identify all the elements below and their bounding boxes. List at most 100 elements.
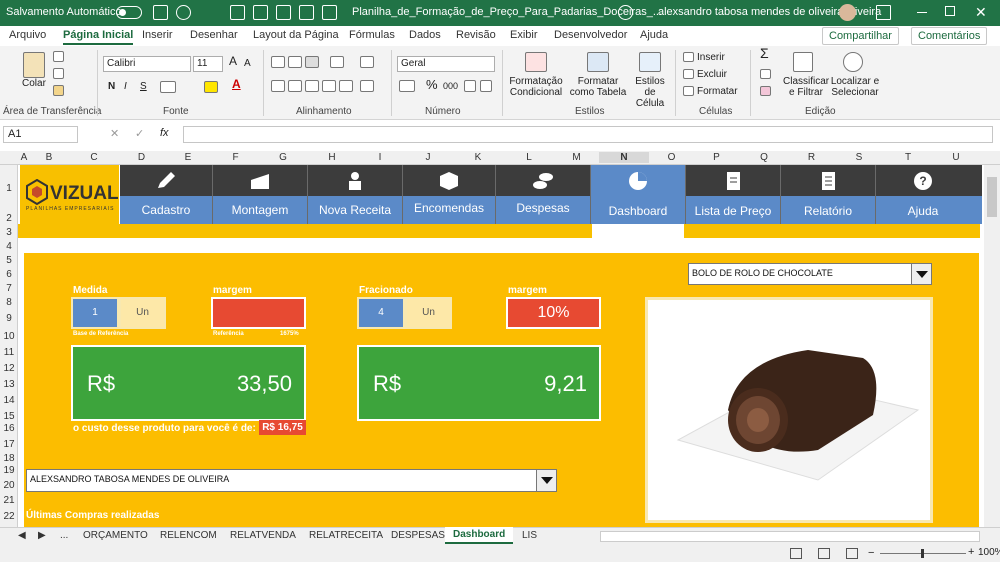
align-middle-icon[interactable] <box>288 56 302 68</box>
minimize-icon[interactable] <box>917 12 927 13</box>
row-header[interactable]: 13 <box>0 379 18 390</box>
zoom-thumb[interactable] <box>921 549 924 558</box>
orientation-icon[interactable] <box>330 56 344 68</box>
nav-ajuda[interactable]: ? Ajuda <box>876 165 970 224</box>
sheet-tab-lis[interactable]: LIS <box>522 530 537 541</box>
column-header[interactable]: Q <box>739 152 789 163</box>
delete-cells-label[interactable]: Excluir <box>697 69 727 80</box>
tab-inserir[interactable]: Inserir <box>142 29 173 41</box>
delete-cells-icon[interactable] <box>683 69 694 79</box>
undo-icon[interactable] <box>176 5 191 20</box>
shrink-font-icon[interactable]: A <box>244 58 251 69</box>
number-format-select[interactable]: Geral <box>397 56 495 72</box>
row-header[interactable]: 18 <box>0 453 18 464</box>
tab-revisao[interactable]: Revisão <box>456 29 496 41</box>
font-name-select[interactable]: Calibri <box>103 56 191 72</box>
sheet-tab-relatvenda[interactable]: RELATVENDA <box>230 530 296 541</box>
customize-icon[interactable] <box>322 5 337 20</box>
column-header[interactable]: S <box>834 152 884 163</box>
column-header[interactable]: P <box>694 152 739 163</box>
decrease-indent-icon[interactable] <box>322 80 336 92</box>
column-header[interactable]: E <box>163 152 213 163</box>
sheet-tab-despesas[interactable]: DESPESAS <box>391 530 445 541</box>
decrease-decimal-icon[interactable] <box>480 80 492 92</box>
sort-filter-icon[interactable] <box>793 52 813 72</box>
column-header[interactable]: M <box>554 152 599 163</box>
row-header[interactable]: 10 <box>0 331 18 342</box>
tab-dados[interactable]: Dados <box>409 29 441 41</box>
paste-label[interactable]: Colar <box>22 78 46 89</box>
tab-scroll-right-icon[interactable]: ▶ <box>38 530 46 541</box>
row-header[interactable]: 20 <box>0 480 18 491</box>
row-header[interactable]: 11 <box>0 347 18 358</box>
zoom-out-icon[interactable]: − <box>868 547 874 559</box>
scroll-thumb[interactable] <box>987 177 997 217</box>
insert-cells-label[interactable]: Inserir <box>697 52 725 63</box>
tab-ajuda[interactable]: Ajuda <box>640 29 668 41</box>
zoom-in-icon[interactable]: + <box>968 546 974 558</box>
fill-icon[interactable] <box>760 69 771 79</box>
sheet-tab-relatreceita[interactable]: RELATRECEITA <box>309 530 383 541</box>
nav-encomendas[interactable]: Encomendas <box>403 165 495 224</box>
font-size-select[interactable]: 11 <box>193 56 223 72</box>
row-header[interactable]: 12 <box>0 363 18 374</box>
maximize-icon[interactable] <box>945 6 955 16</box>
insert-cells-icon[interactable] <box>683 52 694 62</box>
save-icon[interactable] <box>153 5 168 20</box>
find-select-icon[interactable] <box>843 52 863 72</box>
fracionado-value[interactable]: 4 <box>357 297 405 329</box>
column-header[interactable]: I <box>356 152 404 163</box>
format-cells-icon[interactable] <box>683 86 694 96</box>
row-header[interactable]: 17 <box>0 439 18 450</box>
row-header[interactable]: 3 <box>0 227 18 238</box>
clear-icon[interactable] <box>760 86 771 96</box>
nav-nova-receita[interactable]: Nova Receita <box>308 165 402 224</box>
page-layout-icon[interactable] <box>818 548 830 559</box>
align-center-icon[interactable] <box>288 80 302 92</box>
sheet-tab-orcamento[interactable]: ORÇAMENTO <box>83 530 148 541</box>
enter-icon[interactable]: ✓ <box>135 127 144 140</box>
sheet-tab-more[interactable]: ... <box>60 530 68 541</box>
format-cells-label[interactable]: Formatar <box>697 86 738 97</box>
column-header[interactable]: J <box>404 152 452 163</box>
row-header[interactable]: 19 <box>0 465 18 476</box>
medida-unit[interactable]: Un <box>119 297 166 329</box>
close-icon[interactable]: ✕ <box>975 4 987 21</box>
grow-font-icon[interactable]: A <box>229 55 237 67</box>
autosave-toggle[interactable] <box>116 6 142 19</box>
row-header[interactable]: 22 <box>0 511 18 522</box>
column-header[interactable]: G <box>258 152 308 163</box>
tab-pagina-inicial[interactable]: Página Inicial <box>63 29 134 45</box>
medida-value[interactable]: 1 <box>71 297 119 329</box>
row-header[interactable]: 8 <box>0 297 18 308</box>
chevron-down-icon[interactable] <box>536 470 556 491</box>
name-box[interactable]: A1 <box>3 126 78 143</box>
formula-input[interactable] <box>183 126 993 143</box>
tab-formulas[interactable]: Fórmulas <box>349 29 395 41</box>
column-header[interactable]: K <box>452 152 504 163</box>
conditional-format-label[interactable]: Formatação Condicional <box>507 76 565 98</box>
cancel-icon[interactable]: ✕ <box>110 127 119 140</box>
sheet-tab-relencom[interactable]: RELENCOM <box>160 530 217 541</box>
row-header[interactable]: 9 <box>0 313 18 324</box>
align-left-icon[interactable] <box>271 80 285 92</box>
cut-icon[interactable] <box>53 51 64 62</box>
column-header[interactable]: R <box>789 152 834 163</box>
fill-color-icon[interactable] <box>204 81 218 93</box>
horizontal-scrollbar[interactable] <box>600 531 980 542</box>
format-painter-icon[interactable] <box>53 85 64 96</box>
italic-button[interactable]: I <box>124 81 127 92</box>
chevron-down-icon[interactable] <box>911 264 931 284</box>
column-header[interactable]: A <box>18 152 30 163</box>
column-header[interactable]: L <box>504 152 554 163</box>
copy-icon[interactable] <box>276 5 291 20</box>
sheet-tab-dashboard[interactable]: Dashboard <box>445 527 514 544</box>
find-select-label[interactable]: Localizar e Selecionar <box>829 76 881 98</box>
currency-icon[interactable] <box>399 80 415 92</box>
nav-montagem[interactable]: Montagem <box>213 165 307 224</box>
avatar[interactable] <box>839 4 856 21</box>
quick-access-icon[interactable] <box>230 5 245 20</box>
row-header[interactable]: 2 <box>0 213 18 224</box>
font-color-icon[interactable]: A <box>232 78 241 90</box>
row-header[interactable]: 14 <box>0 395 18 406</box>
